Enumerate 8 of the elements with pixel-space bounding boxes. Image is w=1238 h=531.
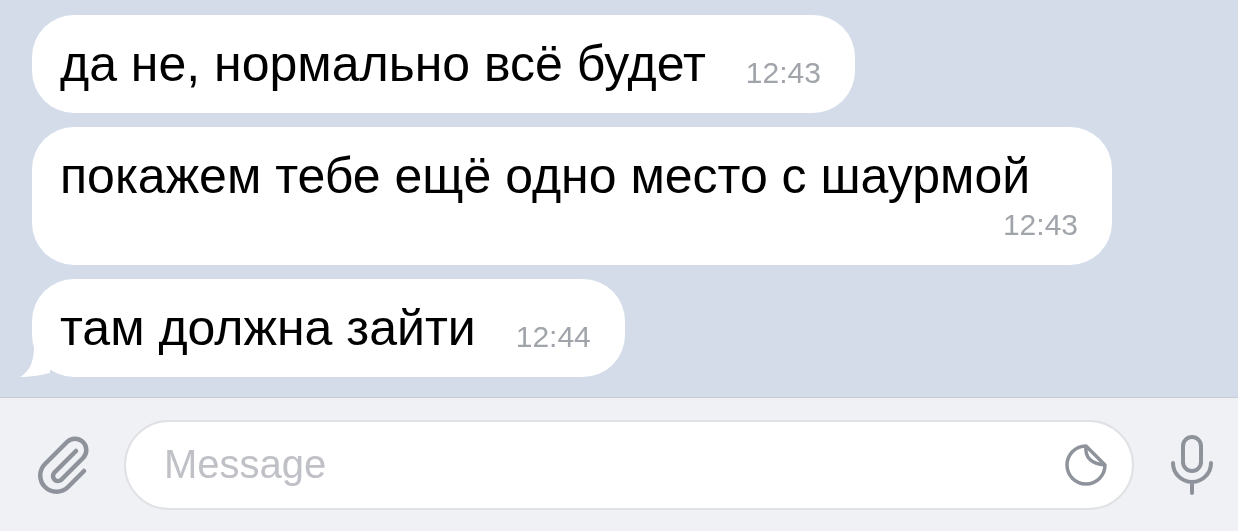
message-input[interactable]: Message xyxy=(124,419,1134,510)
message-text: там должна зайти xyxy=(60,299,476,357)
microphone-icon[interactable] xyxy=(1168,432,1216,497)
message-time: 12:43 xyxy=(1002,207,1078,243)
message-time: 12:43 xyxy=(745,55,821,91)
message-text: покажем тебе ещё одно место с шаурмой xyxy=(60,147,1031,205)
message-text: да не, нормально всё будет xyxy=(60,35,706,93)
message-time: 12:44 xyxy=(515,319,591,355)
